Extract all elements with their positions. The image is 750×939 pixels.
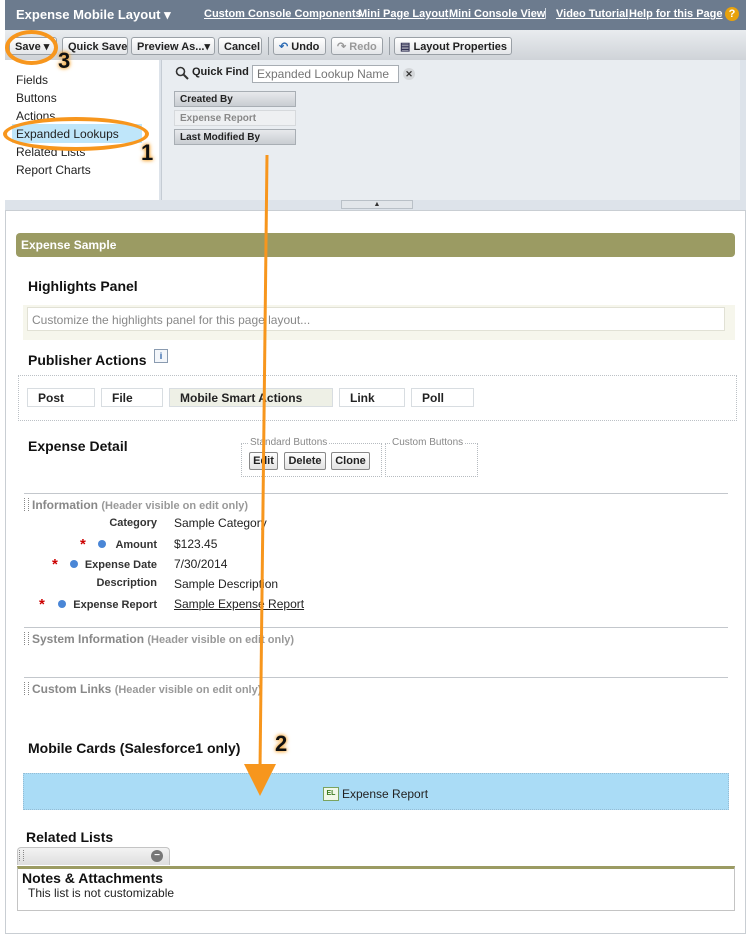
annotation-arrow-icon <box>244 154 276 796</box>
